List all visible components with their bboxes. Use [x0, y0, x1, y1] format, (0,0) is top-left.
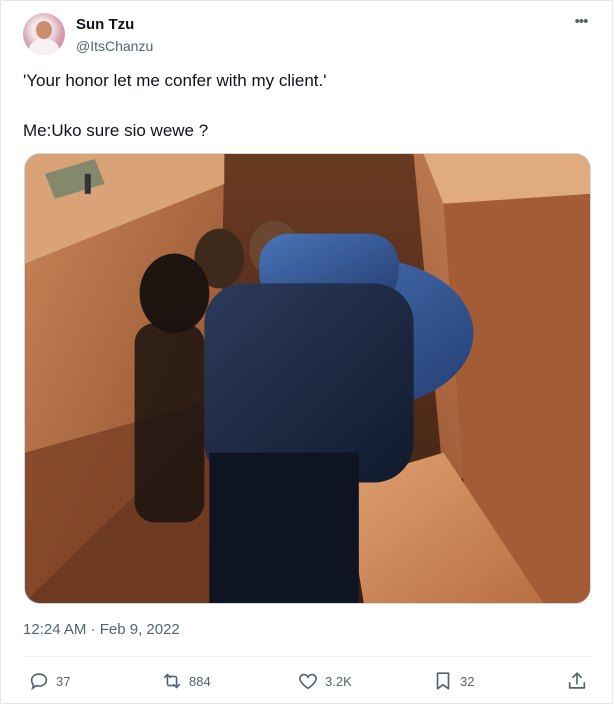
avatar-face: [36, 21, 52, 39]
share-button[interactable]: [566, 668, 588, 694]
reply-icon: [30, 673, 48, 691]
retweet-button[interactable]: 884: [161, 668, 211, 694]
reply-count: 37: [56, 673, 71, 689]
author-handle[interactable]: @ItsChanzu: [76, 38, 153, 54]
tweet-text-line-2: Me:Uko sure sio wewe ?: [23, 121, 209, 140]
divider: [23, 656, 593, 657]
share-icon: [568, 672, 586, 689]
bookmark-count: 32: [460, 673, 475, 689]
author-name[interactable]: Sun Tzu: [76, 16, 134, 33]
retweet-icon: [163, 673, 181, 689]
tweet-text-line-1: 'Your honor let me confer with my client…: [23, 71, 327, 90]
retweet-count: 884: [189, 673, 211, 689]
more-horizontal-icon[interactable]: •••: [569, 13, 593, 37]
tweet-card[interactable]: Sun Tzu @ItsChanzu ••• 'Your honor let m…: [0, 0, 613, 704]
tweet-timestamp[interactable]: 12:24 AM · Feb 9, 2022: [23, 621, 180, 638]
heart-icon: [299, 673, 317, 690]
like-button[interactable]: 3.2K: [297, 668, 352, 694]
bookmark-icon: [436, 672, 450, 690]
tweet-photo[interactable]: [24, 153, 591, 604]
bookmark-button[interactable]: 32: [432, 668, 474, 694]
avatar-shirt: [29, 39, 59, 55]
avatar[interactable]: [23, 13, 65, 55]
reply-button[interactable]: 37: [28, 668, 70, 694]
courtroom-photo: [25, 154, 590, 603]
like-count: 3.2K: [325, 673, 352, 689]
